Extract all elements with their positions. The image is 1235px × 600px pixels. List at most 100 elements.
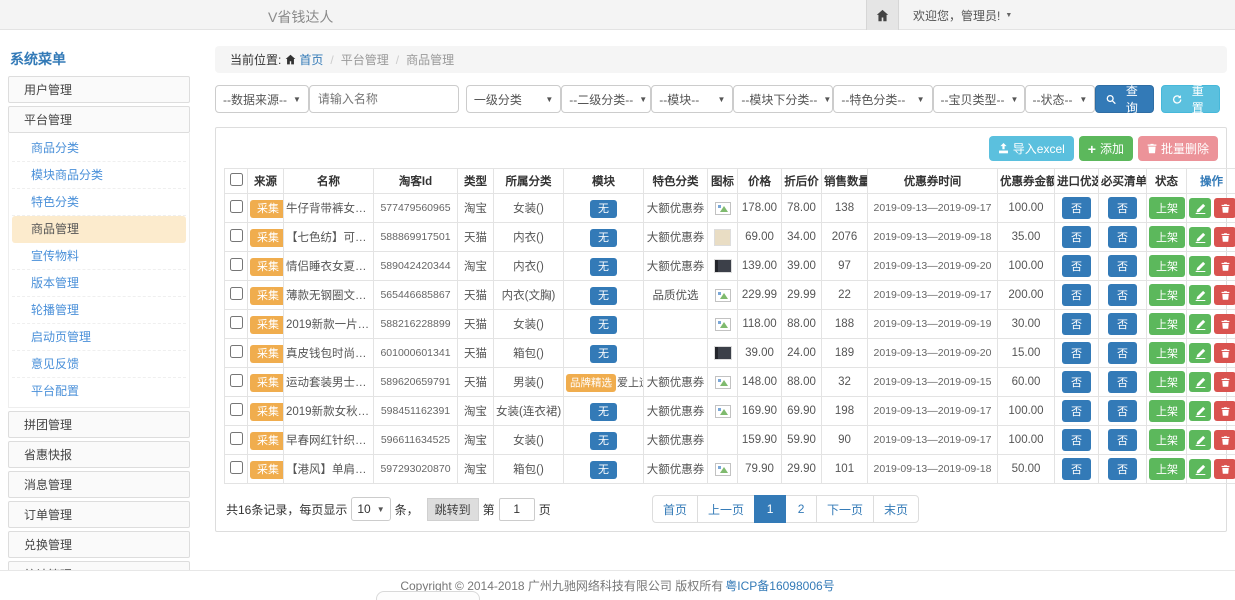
data-source-select[interactable]: --数据来源--▼ <box>215 85 309 113</box>
must-buy-toggle[interactable]: 否 <box>1108 255 1137 277</box>
must-buy-toggle[interactable]: 否 <box>1108 197 1137 219</box>
next-page-button[interactable]: 下一页 <box>816 495 874 523</box>
edit-button[interactable] <box>1189 343 1211 363</box>
sidebar-item-carousel-management[interactable]: 轮播管理 <box>12 297 186 324</box>
user-menu[interactable]: 欢迎您，管理员! ▼ <box>913 7 1012 24</box>
add-button[interactable]: + 添加 <box>1079 136 1133 161</box>
status-button[interactable]: 上架 <box>1149 284 1185 306</box>
edit-button[interactable] <box>1189 285 1211 305</box>
delete-button[interactable] <box>1214 459 1235 479</box>
search-button[interactable]: 查询 <box>1095 85 1154 113</box>
delete-button[interactable] <box>1214 285 1235 305</box>
status-button[interactable]: 上架 <box>1149 400 1185 422</box>
status-button[interactable]: 上架 <box>1149 226 1185 248</box>
import-select-toggle[interactable]: 否 <box>1062 400 1091 422</box>
row-checkbox[interactable] <box>230 374 243 387</box>
row-checkbox[interactable] <box>230 229 243 242</box>
jump-button[interactable]: 跳转到 <box>427 498 479 521</box>
delete-button[interactable] <box>1214 372 1235 392</box>
icp-link[interactable]: 粤ICP备16098006号 <box>725 577 834 594</box>
sidebar-item-feedback[interactable]: 意见反馈 <box>12 351 186 378</box>
sidebar-item-splash-page-management[interactable]: 启动页管理 <box>12 324 186 351</box>
row-checkbox[interactable] <box>230 461 243 474</box>
breadcrumb-home-link[interactable]: 首页 <box>299 51 323 68</box>
name-search-input[interactable] <box>309 85 459 113</box>
prev-page-button[interactable]: 上一页 <box>697 495 755 523</box>
must-buy-toggle[interactable]: 否 <box>1108 342 1137 364</box>
edit-button[interactable] <box>1189 256 1211 276</box>
must-buy-toggle[interactable]: 否 <box>1108 371 1137 393</box>
page-number-button[interactable]: 2 <box>785 495 817 523</box>
module-select[interactable]: --模块--▼ <box>651 85 733 113</box>
sidebar-group-message-management[interactable]: 消息管理 <box>8 471 190 498</box>
row-checkbox[interactable] <box>230 403 243 416</box>
import-select-toggle[interactable]: 否 <box>1062 429 1091 451</box>
status-button[interactable]: 上架 <box>1149 429 1185 451</box>
must-buy-toggle[interactable]: 否 <box>1108 313 1137 335</box>
delete-button[interactable] <box>1214 256 1235 276</box>
edit-button[interactable] <box>1189 401 1211 421</box>
module-subcategory-select[interactable]: --模块下分类--▼ <box>733 85 833 113</box>
must-buy-toggle[interactable]: 否 <box>1108 429 1137 451</box>
status-button[interactable]: 上架 <box>1149 371 1185 393</box>
delete-button[interactable] <box>1214 198 1235 218</box>
sidebar-item-special-category[interactable]: 特色分类 <box>12 189 186 216</box>
sidebar-group-user-management[interactable]: 用户管理 <box>8 76 190 103</box>
sidebar-group-groupbuy-management[interactable]: 拼团管理 <box>8 411 190 438</box>
row-checkbox[interactable] <box>230 287 243 300</box>
batch-delete-button[interactable]: 批量删除 <box>1138 136 1218 161</box>
must-buy-toggle[interactable]: 否 <box>1108 458 1137 480</box>
status-button[interactable]: 上架 <box>1149 255 1185 277</box>
edit-button[interactable] <box>1189 372 1211 392</box>
special-category-select[interactable]: --特色分类--▼ <box>833 85 932 113</box>
status-button[interactable]: 上架 <box>1149 313 1185 335</box>
import-select-toggle[interactable]: 否 <box>1062 255 1091 277</box>
row-checkbox[interactable] <box>230 316 243 329</box>
status-button[interactable]: 上架 <box>1149 197 1185 219</box>
sidebar-group-savings-express-news[interactable]: 省惠快报 <box>8 441 190 468</box>
level1-category-select[interactable]: 一级分类▼ <box>466 85 561 113</box>
reset-button[interactable]: 重置 <box>1161 85 1220 113</box>
page-number-button[interactable]: 1 <box>754 495 786 523</box>
import-select-toggle[interactable]: 否 <box>1062 197 1091 219</box>
row-checkbox[interactable] <box>230 345 243 358</box>
edit-button[interactable] <box>1189 227 1211 247</box>
level2-category-select[interactable]: --二级分类--▼ <box>561 85 651 113</box>
status-button[interactable]: 上架 <box>1149 458 1185 480</box>
first-page-button[interactable]: 首页 <box>652 495 698 523</box>
sidebar-group-platform-management[interactable]: 平台管理 <box>8 106 190 133</box>
sidebar-item-module-goods-category[interactable]: 模块商品分类 <box>12 162 186 189</box>
sidebar-item-goods-category[interactable]: 商品分类 <box>12 135 186 162</box>
edit-button[interactable] <box>1189 430 1211 450</box>
import-select-toggle[interactable]: 否 <box>1062 313 1091 335</box>
sidebar-item-goods-management[interactable]: 商品管理 <box>12 216 186 243</box>
sidebar-group-order-management[interactable]: 订单管理 <box>8 501 190 528</box>
sidebar-item-promo-materials[interactable]: 宣传物料 <box>12 243 186 270</box>
page-jump-input[interactable] <box>499 498 535 521</box>
row-checkbox[interactable] <box>230 200 243 213</box>
home-icon-button[interactable] <box>866 0 899 30</box>
sidebar-group-exchange-management[interactable]: 兑换管理 <box>8 531 190 558</box>
select-all-checkbox[interactable] <box>230 173 243 186</box>
import-select-toggle[interactable]: 否 <box>1062 226 1091 248</box>
edit-button[interactable] <box>1189 314 1211 334</box>
row-checkbox[interactable] <box>230 258 243 271</box>
sidebar-item-platform-config[interactable]: 平台配置 <box>12 378 186 405</box>
item-type-select[interactable]: --宝贝类型--▼ <box>933 85 1025 113</box>
import-excel-button[interactable]: 导入excel <box>989 136 1074 161</box>
status-select[interactable]: --状态--▼ <box>1025 85 1096 113</box>
edit-button[interactable] <box>1189 459 1211 479</box>
delete-button[interactable] <box>1214 314 1235 334</box>
must-buy-toggle[interactable]: 否 <box>1108 400 1137 422</box>
delete-button[interactable] <box>1214 343 1235 363</box>
import-select-toggle[interactable]: 否 <box>1062 371 1091 393</box>
last-page-button[interactable]: 末页 <box>873 495 919 523</box>
delete-button[interactable] <box>1214 430 1235 450</box>
sidebar-item-version-management[interactable]: 版本管理 <box>12 270 186 297</box>
import-select-toggle[interactable]: 否 <box>1062 458 1091 480</box>
status-button[interactable]: 上架 <box>1149 342 1185 364</box>
must-buy-toggle[interactable]: 否 <box>1108 226 1137 248</box>
import-select-toggle[interactable]: 否 <box>1062 284 1091 306</box>
import-select-toggle[interactable]: 否 <box>1062 342 1091 364</box>
delete-button[interactable] <box>1214 401 1235 421</box>
